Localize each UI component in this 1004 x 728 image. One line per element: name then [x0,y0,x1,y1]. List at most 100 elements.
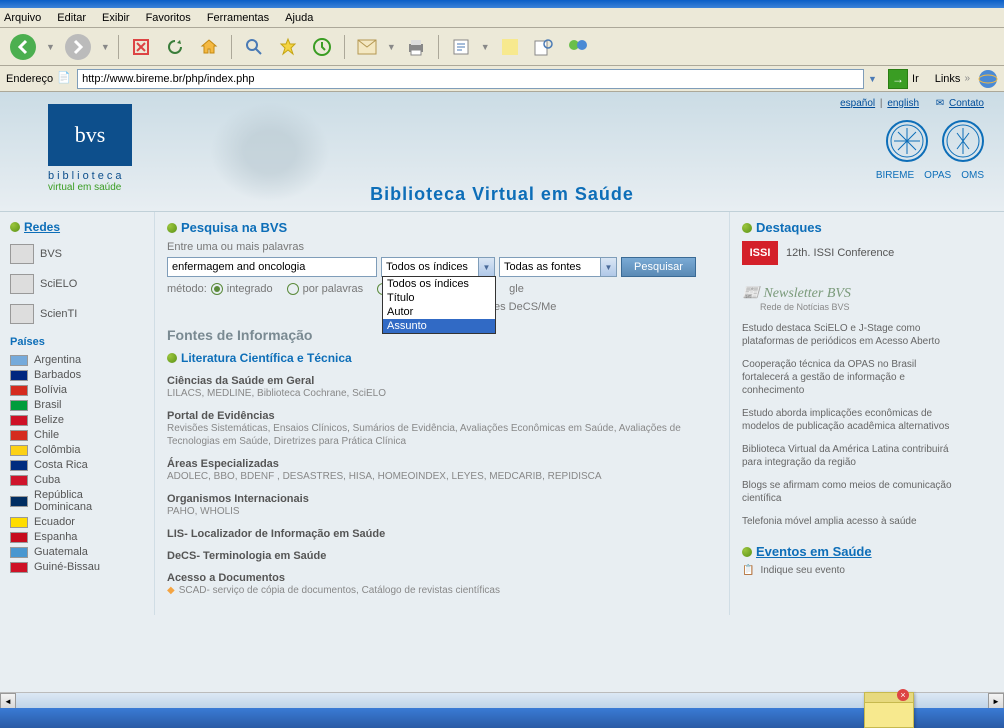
back-button[interactable] [6,30,40,64]
calendar-icon: 📋 [742,565,754,576]
toolbar: ▼ ▼ ▼ ▼ [0,28,1004,66]
search-button[interactable]: Pesquisar [621,257,696,277]
method-integrado-radio[interactable] [211,283,223,295]
news-item[interactable]: Biblioteca Virtual da América Latina con… [742,443,960,469]
dropdown-option[interactable]: Título [383,291,495,305]
search-input[interactable] [167,257,377,277]
note-button[interactable] [496,33,524,61]
search-button[interactable] [240,33,268,61]
postit-close-icon[interactable]: × [897,689,909,701]
country-item[interactable]: Colômbia [10,444,144,456]
menu-arquivo[interactable]: Arquivo [4,12,41,24]
scroll-right-button[interactable]: ► [988,693,1004,709]
network-item[interactable]: BVS [10,244,144,264]
country-item[interactable]: Espanha [10,531,144,543]
edit-button[interactable] [447,33,475,61]
news-item[interactable]: Estudo destaca SciELO e J-Stage como pla… [742,322,960,348]
lit-item-title[interactable]: Organismos Internacionais [167,493,717,505]
news-item[interactable]: Cooperação técnica da OPAS no Brasil for… [742,358,960,397]
news-item[interactable]: Blogs se afirmam como meios de comunicaç… [742,479,960,505]
messenger-button[interactable] [564,33,592,61]
menu-editar[interactable]: Editar [57,12,86,24]
index-select[interactable]: Todos os índices▼ Todos os índicesTítulo… [381,257,495,277]
country-item[interactable]: Bolívia [10,384,144,396]
country-item[interactable]: Costa Rica [10,459,144,471]
news-item[interactable]: Estudo aborda implicações econômicas de … [742,407,960,433]
dropdown-option[interactable]: Autor [383,305,495,319]
address-label: Endereço [6,73,53,85]
menu-ajuda[interactable]: Ajuda [285,12,313,24]
scroll-left-button[interactable]: ◄ [0,693,16,709]
lit-item-title[interactable]: Acesso a Documentos [167,572,717,584]
bvs-logo[interactable]: bvs biblioteca virtual em saúde [48,104,148,193]
rss-icon: 📰 [742,285,759,302]
lit-item: DeCS- Terminologia em Saúde [167,550,717,562]
eventos-title: Eventos em Saúde [756,544,872,559]
newsletter-subtitle: Rede de Notícias BVS [760,302,960,312]
address-input[interactable] [77,69,864,89]
favorites-button[interactable] [274,33,302,61]
research-button[interactable] [530,33,558,61]
bireme-logo-icon[interactable] [886,120,928,162]
redes-title: Redes [24,220,60,234]
country-item[interactable]: Brasil [10,399,144,411]
country-item[interactable]: Chile [10,429,144,441]
lit-item-title[interactable]: Ciências da Saúde em Geral [167,375,717,387]
country-item[interactable]: República Dominicana [10,489,144,513]
news-item[interactable]: Telefonia móvel amplia acesso à saúde [742,515,960,528]
go-label: Ir [912,73,919,85]
lit-item: Acesso a Documentos◆SCAD- serviço de cóp… [167,572,717,597]
who-logo-icon[interactable] [942,120,984,162]
lang-en-link[interactable]: english [887,98,919,109]
go-button[interactable]: → [888,69,908,89]
lit-item-desc: ADOLEC, BBO, BDENF , DESASTRES, HISA, HO… [167,470,717,483]
destaques-title: Destaques [756,220,822,235]
lit-title: Literatura Científica e Técnica [181,351,352,365]
issi-link[interactable]: 12th. ISSI Conference [786,247,894,259]
network-item[interactable]: SciELO [10,274,144,294]
lang-es-link[interactable]: español [840,98,875,109]
source-select[interactable]: Todas as fontes▼ [499,257,617,277]
country-item[interactable]: Guiné-Bissau [10,561,144,573]
oms-link[interactable]: OMS [961,170,984,181]
country-item[interactable]: Barbados [10,369,144,381]
country-item[interactable]: Belize [10,414,144,426]
opas-link[interactable]: OPAS [924,170,951,181]
main-content: Pesquisa na BVS Entre uma ou mais palavr… [154,212,730,615]
menu-ferramentas[interactable]: Ferramentas [207,12,269,24]
menubar: Arquivo Editar Exibir Favoritos Ferramen… [0,8,1004,28]
stop-button[interactable] [127,33,155,61]
network-item[interactable]: ScienTI [10,304,144,324]
horizontal-scrollbar[interactable]: ◄ ► [0,692,1004,708]
lit-item-title[interactable]: Portal de Evidências [167,410,717,422]
lit-item-title[interactable]: LIS- Localizador de Informação em Saúde [167,528,717,540]
dropdown-option[interactable]: Todos os índices [383,277,495,291]
lit-item: Organismos InternacionaisPAHO, WHOLIS [167,493,717,518]
lit-item-title[interactable]: DeCS- Terminologia em Saúde [167,550,717,562]
menu-exibir[interactable]: Exibir [102,12,130,24]
history-button[interactable] [308,33,336,61]
bireme-link[interactable]: BIREME [876,170,914,181]
postit-note[interactable]: × [864,692,914,728]
refresh-button[interactable] [161,33,189,61]
print-button[interactable] [402,33,430,61]
country-item[interactable]: Argentina [10,354,144,366]
country-item[interactable]: Guatemala [10,546,144,558]
forward-button[interactable] [61,30,95,64]
contact-link[interactable]: Contato [949,98,984,109]
country-item[interactable]: Ecuador [10,516,144,528]
method-label: método: [167,283,207,295]
indique-evento-link[interactable]: Indique seu evento [760,565,845,576]
links-label[interactable]: Links [935,73,961,85]
home-button[interactable] [195,33,223,61]
lit-item-title[interactable]: Áreas Especializadas [167,458,717,470]
lit-item: Ciências da Saúde em GeralLILACS, MEDLIN… [167,375,717,400]
method-palavras-radio[interactable] [287,283,299,295]
mail-button[interactable] [353,33,381,61]
issi-icon: ISSI [742,241,778,265]
dropdown-option[interactable]: Assunto [383,319,495,333]
bullet-icon [10,222,20,232]
taskbar [0,708,1004,728]
country-item[interactable]: Cuba [10,474,144,486]
menu-favoritos[interactable]: Favoritos [146,12,191,24]
